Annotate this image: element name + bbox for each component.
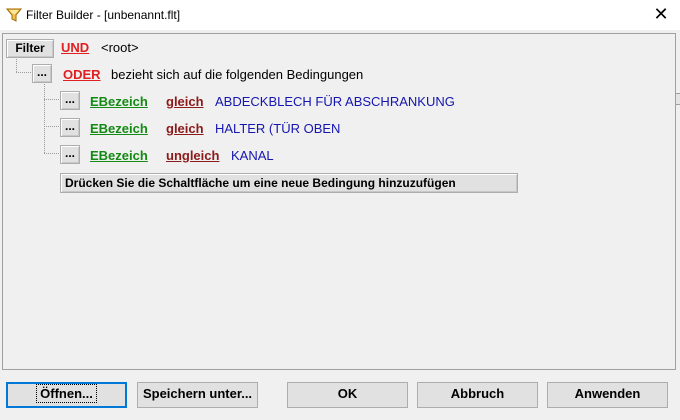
save-as-button[interactable]: Speichern unter... — [137, 382, 258, 408]
condition-value[interactable]: HALTER (TÜR OBEN — [215, 121, 340, 137]
condition-field-link[interactable]: EBezeich — [90, 148, 148, 164]
title-bar: Filter Builder - [unbenannt.flt] ✕ — [0, 0, 680, 30]
group-menu-button[interactable]: ... — [32, 64, 52, 83]
tree-connector — [44, 153, 59, 154]
filter-button[interactable]: Filter — [6, 39, 54, 58]
apply-button[interactable]: Anwenden — [547, 382, 668, 408]
tree-connector — [16, 59, 17, 72]
condition-menu-button[interactable]: ... — [60, 145, 80, 164]
tree-connector — [44, 82, 45, 153]
window-title: Filter Builder - [unbenannt.flt] — [26, 8, 181, 22]
root-operator-link[interactable]: UND — [61, 40, 89, 56]
condition-operator-link[interactable]: gleich — [166, 94, 204, 110]
condition-value[interactable]: ABDECKBLECH FÜR ABSCHRANKUNG — [215, 94, 455, 110]
condition-field-link[interactable]: EBezeich — [90, 121, 148, 137]
condition-operator-link[interactable]: gleich — [166, 121, 204, 137]
condition-menu-button[interactable]: ... — [60, 91, 80, 110]
condition-menu-button[interactable]: ... — [60, 118, 80, 137]
cancel-button[interactable]: Abbruch — [417, 382, 538, 408]
open-button[interactable]: Öffnen... — [6, 382, 127, 408]
ok-button[interactable]: OK — [287, 382, 408, 408]
condition-value[interactable]: KANAL — [231, 148, 274, 164]
dialog-client: Filter UND <root> ... ODER bezieht sich … — [0, 30, 680, 420]
filter-funnel-icon — [5, 7, 23, 23]
condition-field-link[interactable]: EBezeich — [90, 94, 148, 110]
add-condition-button[interactable]: Drücken Sie die Schaltfläche um eine neu… — [60, 173, 518, 193]
tree-connector — [44, 126, 59, 127]
close-icon[interactable]: ✕ — [646, 3, 676, 27]
tree-connector — [16, 72, 31, 73]
group-operator-link[interactable]: ODER — [63, 67, 101, 83]
tree-connector — [44, 99, 59, 100]
group-description: bezieht sich auf die folgenden Bedingung… — [111, 67, 364, 82]
scrollbar-fragment — [676, 93, 680, 105]
root-label: <root> — [101, 40, 139, 55]
filter-tree-panel: Filter UND <root> ... ODER bezieht sich … — [2, 33, 676, 370]
condition-operator-link[interactable]: ungleich — [166, 148, 219, 164]
open-button-label: Öffnen... — [36, 384, 97, 403]
